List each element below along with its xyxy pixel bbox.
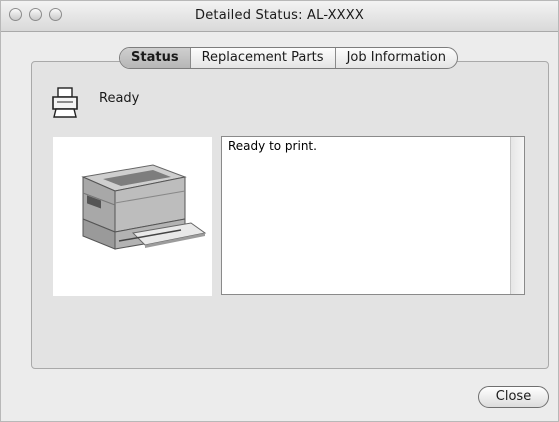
tab-status[interactable]: Status: [120, 48, 190, 68]
printer-icon: [52, 87, 78, 118]
title-bar: Detailed Status: AL-XXXX: [1, 1, 558, 32]
status-message-box[interactable]: Ready to print.: [221, 136, 525, 295]
printer-image: [53, 137, 212, 296]
tab-bar: Status Replacement Parts Job Information: [119, 47, 458, 69]
detailed-status-window: Detailed Status: AL-XXXX Status Replacem…: [0, 0, 559, 422]
status-text: Ready: [99, 91, 140, 106]
printer-illustration: [81, 164, 207, 250]
tab-job-information[interactable]: Job Information: [334, 48, 457, 68]
tab-replacement-parts[interactable]: Replacement Parts: [189, 48, 335, 68]
message-scrollbar[interactable]: [510, 137, 524, 294]
close-button[interactable]: Close: [478, 386, 549, 408]
window-title: Detailed Status: AL-XXXX: [195, 8, 364, 23]
status-message: Ready to print.: [228, 139, 317, 153]
